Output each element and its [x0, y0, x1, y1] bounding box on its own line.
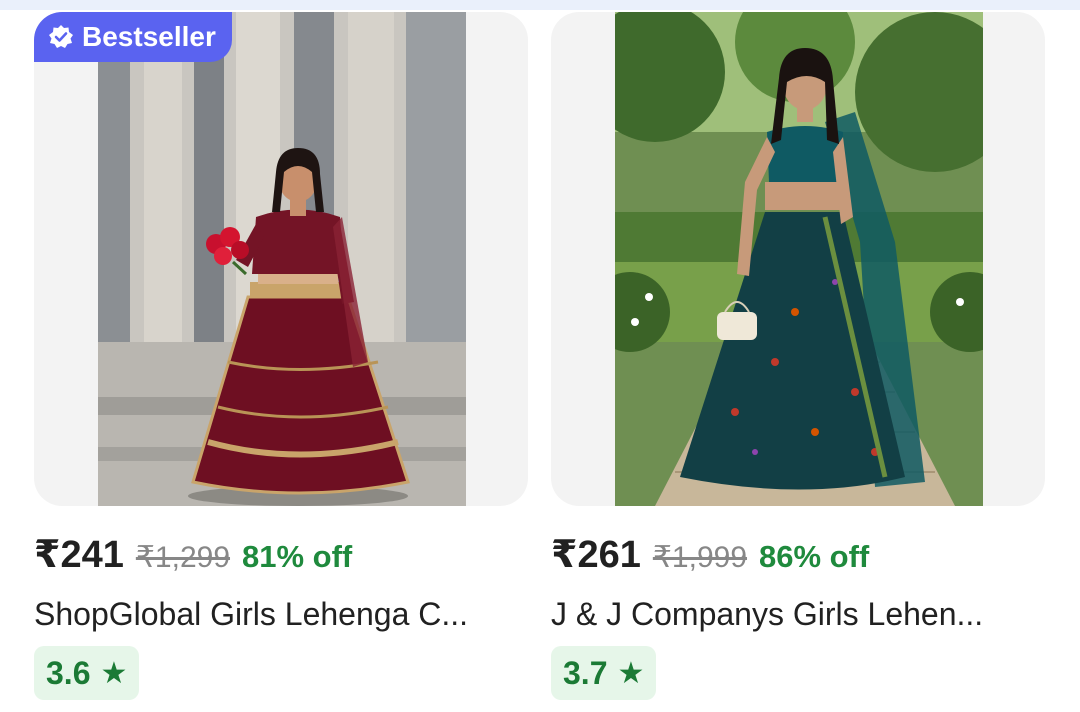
product-card[interactable]: Bestseller ₹241 ₹1,299 81% off ShopGloba…	[34, 12, 528, 712]
product-title[interactable]: ShopGlobal Girls Lehenga C...	[34, 596, 528, 633]
product-image[interactable]	[615, 12, 983, 506]
price-row: ₹261 ₹1,999 86% off	[551, 532, 869, 577]
price-row: ₹241 ₹1,299 81% off	[34, 532, 352, 577]
product-grid: Bestseller ₹241 ₹1,299 81% off ShopGloba…	[0, 0, 1080, 712]
selling-price: ₹261	[551, 534, 641, 576]
discount-label: 86% off	[759, 539, 870, 574]
product-image-container[interactable]	[551, 12, 1045, 506]
rating-value: 3.7	[563, 654, 608, 691]
rating-value: 3.6	[46, 654, 91, 691]
original-price: ₹1,999	[652, 541, 748, 574]
original-price: ₹1,299	[135, 541, 231, 574]
verified-check-icon	[48, 24, 74, 50]
selling-price: ₹241	[34, 534, 124, 576]
product-title[interactable]: J & J Companys Girls Lehen...	[551, 596, 1045, 633]
bestseller-badge: Bestseller	[34, 12, 232, 62]
rating-badge: 3.6 ★	[34, 646, 140, 700]
star-icon: ★	[100, 656, 128, 690]
discount-label: 81% off	[242, 539, 353, 574]
product-image-container[interactable]: Bestseller	[34, 12, 528, 506]
product-card[interactable]: ₹261 ₹1,999 86% off J & J Companys Girls…	[551, 12, 1045, 712]
rating-badge: 3.7 ★	[551, 646, 657, 700]
badge-label: Bestseller	[82, 21, 216, 52]
star-icon: ★	[617, 656, 645, 690]
product-image[interactable]	[98, 12, 466, 506]
